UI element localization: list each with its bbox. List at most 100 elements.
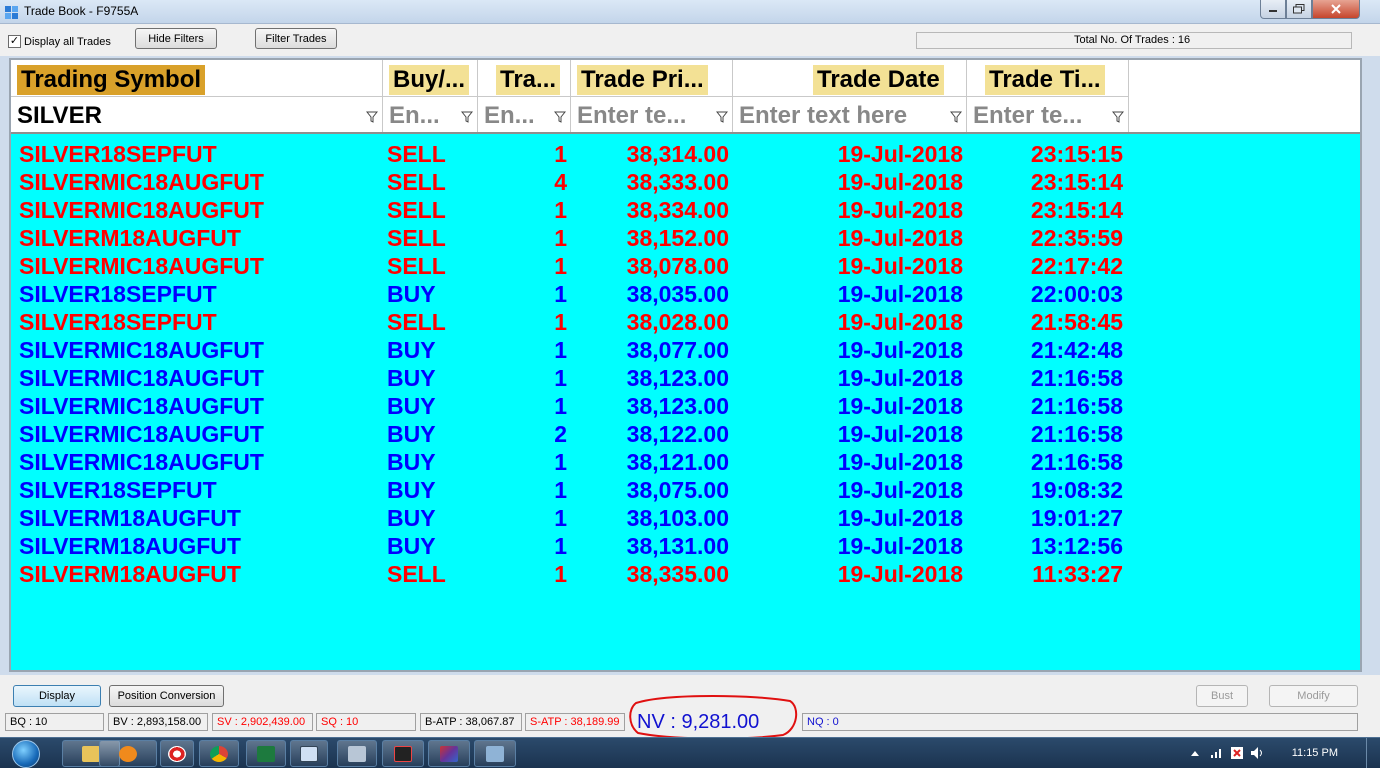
trade-row[interactable]: SILVERMIC18AUGFUT SELL 1 38,334.00 19-Jul-20…: [11, 196, 1360, 224]
filter-trade-qty[interactable]: En...: [478, 96, 571, 132]
cell-trade-price: 38,314.00: [626, 141, 729, 167]
bust-button[interactable]: Bust: [1196, 685, 1248, 707]
status-bq: BQ : 10: [5, 713, 104, 731]
status-b-atp: B-ATP : 38,067.87: [420, 713, 522, 731]
trade-row[interactable]: SILVERM18AUGFUT SELL 1 38,152.00 19-Jul-2018…: [11, 224, 1360, 252]
cell-trade-qty: 1: [554, 477, 567, 503]
tray-expand-icon[interactable]: [1190, 749, 1200, 757]
display-button[interactable]: Display: [13, 685, 101, 707]
cell-trade-qty: 1: [554, 225, 567, 251]
cell-trading-symbol: SILVERMIC18AUGFUT: [19, 393, 264, 419]
filter-buy-sell[interactable]: En...: [383, 96, 478, 132]
hide-filters-button[interactable]: Hide Filters: [135, 28, 217, 49]
filter-funnel-icon[interactable]: [950, 111, 962, 123]
trade-row[interactable]: SILVERM18AUGFUT SELL 1 38,335.00 19-Jul-2018…: [11, 560, 1360, 588]
cell-buy-sell: BUY: [387, 393, 436, 419]
filter-trade-time[interactable]: Enter te...: [967, 96, 1129, 132]
trade-row[interactable]: SILVER18SEPFUT BUY 1 38,035.00 19-Jul-2018 22…: [11, 280, 1360, 308]
modify-button[interactable]: Modify: [1269, 685, 1358, 707]
system-tray: 11:15 PM: [1180, 738, 1380, 768]
title-bar: Trade Book - F9755A: [0, 0, 1380, 24]
prism-app-icon[interactable]: [428, 740, 470, 767]
trade-row[interactable]: SILVERM18AUGFUT BUY 1 38,131.00 19-Jul-2018 1…: [11, 532, 1360, 560]
cell-trading-symbol: SILVER18SEPFUT: [19, 309, 217, 335]
status-sv: SV : 2,902,439.00: [212, 713, 313, 731]
filter-trades-button[interactable]: Filter Trades: [255, 28, 337, 49]
cell-trading-symbol: SILVER18SEPFUT: [19, 281, 217, 307]
filter-trade-price[interactable]: Enter te...: [571, 96, 733, 132]
network-signal-icon[interactable]: [1210, 747, 1224, 759]
cell-trade-price: 38,123.00: [626, 393, 729, 419]
cell-trade-date: 19-Jul-2018: [837, 225, 963, 251]
cell-trade-time: 21:16:58: [1030, 421, 1123, 447]
filter-funnel-icon[interactable]: [461, 111, 473, 123]
remote-icon[interactable]: [474, 740, 516, 767]
trade-row[interactable]: SILVER18SEPFUT SELL 1 38,028.00 19-Jul-2018 2…: [11, 308, 1360, 336]
column-header-trade-qty[interactable]: Tra...: [478, 60, 571, 96]
trade-row[interactable]: SILVER18SEPFUT SELL 1 38,314.00 19-Jul-2018 2…: [11, 140, 1360, 168]
cell-trade-price: 38,121.00: [626, 449, 729, 475]
calculator-icon[interactable]: [337, 740, 377, 767]
cell-trade-qty: 2: [554, 421, 567, 447]
column-header-trade-time[interactable]: Trade Ti...: [967, 60, 1129, 96]
filter-funnel-icon[interactable]: [554, 111, 566, 123]
cell-trade-time: 22:35:59: [1030, 225, 1123, 251]
taskbar: 11:15 PM: [0, 737, 1380, 768]
filter-trading-symbol[interactable]: SILVER: [11, 96, 383, 132]
filter-text[interactable]: En...: [389, 103, 440, 129]
column-header-buy-sell[interactable]: Buy/...: [383, 60, 478, 96]
chart-app-icon[interactable]: [382, 740, 424, 767]
minimize-button[interactable]: [1260, 0, 1286, 19]
start-button[interactable]: [4, 738, 48, 768]
column-header-trade-price[interactable]: Trade Pri...: [571, 60, 733, 96]
toolbar: ✓ Display all Trades Hide Filters Filter…: [0, 24, 1380, 56]
cell-trade-qty: 1: [554, 309, 567, 335]
trade-row[interactable]: SILVERMIC18AUGFUT BUY 1 38,077.00 19-Jul-201…: [11, 336, 1360, 364]
trade-row[interactable]: SILVERMIC18AUGFUT BUY 1 38,123.00 19-Jul-201…: [11, 392, 1360, 420]
column-header-trading-symbol[interactable]: Trading Symbol: [11, 60, 383, 96]
excel-icon[interactable]: [246, 740, 286, 767]
window-icon[interactable]: [290, 740, 328, 767]
taskbar-clock[interactable]: 11:15 PM: [1292, 747, 1338, 759]
filter-text[interactable]: SILVER: [17, 103, 102, 129]
filter-text[interactable]: Enter te...: [973, 103, 1082, 129]
filter-trade-date[interactable]: Enter text here: [733, 96, 967, 132]
filter-funnel-icon[interactable]: [716, 111, 728, 123]
cell-trade-date: 19-Jul-2018: [837, 309, 963, 335]
cell-buy-sell: BUY: [387, 533, 436, 559]
filter-text[interactable]: Enter text here: [739, 103, 907, 129]
trade-row[interactable]: SILVERMIC18AUGFUT BUY 1 38,123.00 19-Jul-201…: [11, 364, 1360, 392]
lifebuoy-icon[interactable]: [160, 740, 194, 767]
chrome-icon[interactable]: [199, 740, 239, 767]
filter-text[interactable]: Enter te...: [577, 103, 686, 129]
close-button[interactable]: [1312, 0, 1360, 19]
trade-row[interactable]: SILVERMIC18AUGFUT SELL 1 38,078.00 19-Jul-20…: [11, 252, 1360, 280]
filter-funnel-icon[interactable]: [1112, 111, 1124, 123]
trade-row[interactable]: SILVERM18AUGFUT BUY 1 38,103.00 19-Jul-2018 1…: [11, 504, 1360, 532]
trade-row[interactable]: SILVERMIC18AUGFUT SELL 4 38,333.00 19-Jul-20…: [11, 168, 1360, 196]
trade-row[interactable]: SILVERMIC18AUGFUT BUY 1 38,121.00 19-Jul-201…: [11, 448, 1360, 476]
volume-icon[interactable]: [1250, 746, 1266, 760]
display-all-trades-checkbox[interactable]: ✓ Display all Trades: [8, 35, 111, 48]
filter-text[interactable]: En...: [484, 103, 535, 129]
action-center-icon[interactable]: [1230, 746, 1244, 760]
cell-trade-price: 38,335.00: [626, 561, 729, 587]
cell-buy-sell: BUY: [387, 281, 436, 307]
cell-trading-symbol: SILVERMIC18AUGFUT: [19, 337, 264, 363]
position-conversion-button[interactable]: Position Conversion: [109, 685, 224, 707]
cell-trade-date: 19-Jul-2018: [837, 141, 963, 167]
column-header-trade-date[interactable]: Trade Date: [733, 60, 967, 96]
media-player-icon[interactable]: [99, 740, 157, 767]
restore-icon: [1293, 4, 1305, 14]
maximize-button[interactable]: [1286, 0, 1312, 19]
cell-trade-price: 38,028.00: [626, 309, 729, 335]
cell-buy-sell: SELL: [387, 253, 446, 279]
cell-trading-symbol: SILVERMIC18AUGFUT: [19, 421, 264, 447]
trade-row[interactable]: SILVER18SEPFUT BUY 1 38,075.00 19-Jul-2018 19…: [11, 476, 1360, 504]
filter-funnel-icon[interactable]: [366, 111, 378, 123]
trade-row[interactable]: SILVERMIC18AUGFUT BUY 2 38,122.00 19-Jul-201…: [11, 420, 1360, 448]
cell-trade-date: 19-Jul-2018: [837, 421, 963, 447]
show-desktop-button[interactable]: [1366, 738, 1380, 768]
windows-logo-icon: [12, 739, 40, 768]
column-label: Trade Ti...: [985, 65, 1105, 95]
